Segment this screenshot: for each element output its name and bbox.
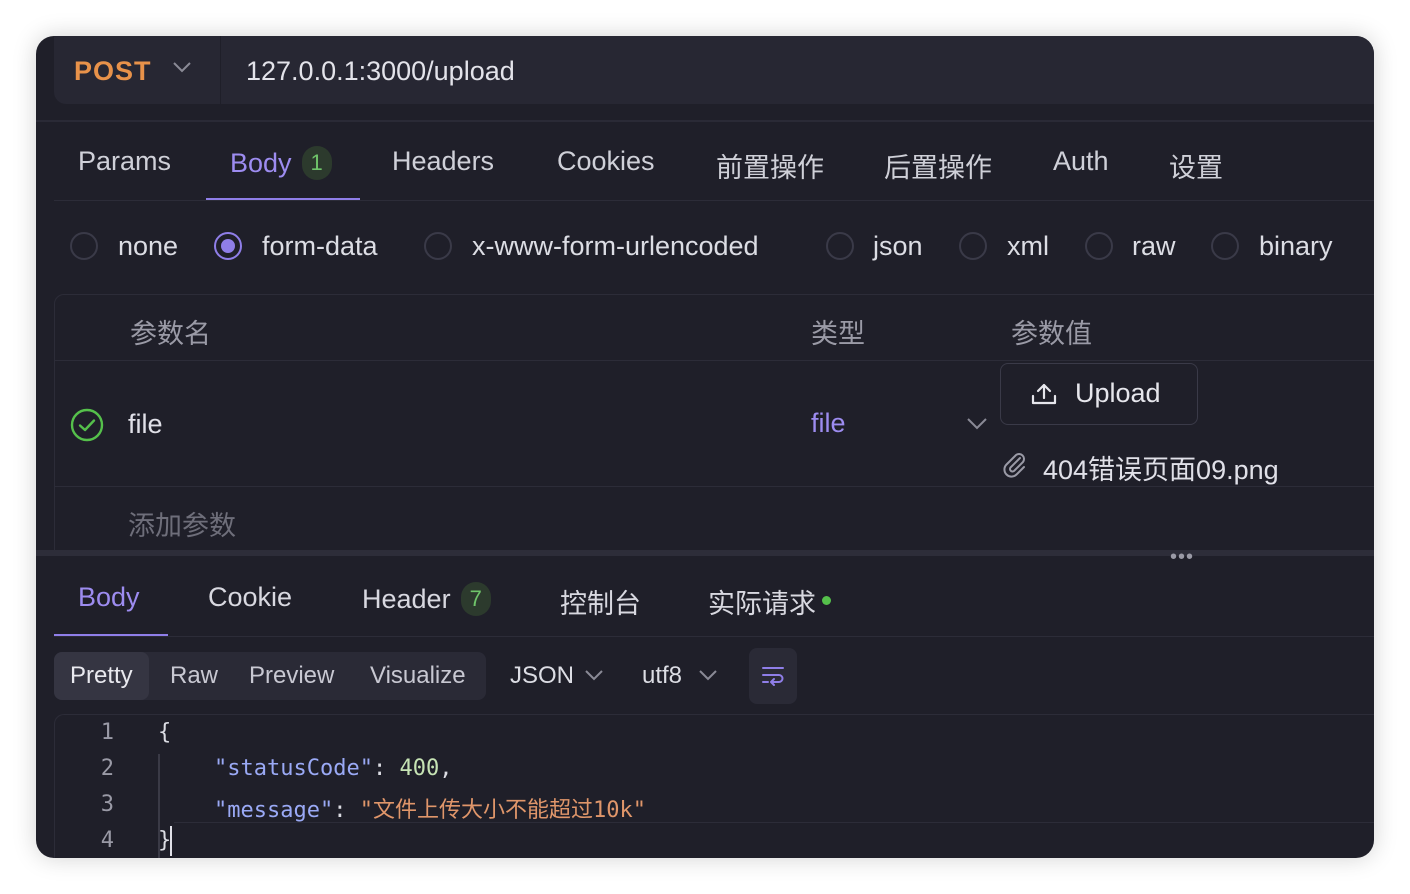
add-param-input[interactable]: 添加参数 bbox=[128, 504, 236, 543]
radio-x-www-form-urlencoded-label[interactable]: x-www-form-urlencoded bbox=[472, 231, 759, 262]
param-type-select[interactable]: file bbox=[811, 408, 846, 439]
column-header-name: 参数名 bbox=[130, 319, 211, 349]
tab-pre-request[interactable]: 前置操作 bbox=[716, 146, 824, 185]
tab-cookies[interactable]: Cookies bbox=[557, 146, 655, 177]
response-tab-console[interactable]: 控制台 bbox=[560, 582, 641, 621]
json-value-message: "文件上传大小不能超过10k" bbox=[359, 798, 646, 823]
api-client-window: POST 127.0.0.1:3000/upload Params Body 1 … bbox=[36, 36, 1374, 858]
header-count-badge: 7 bbox=[460, 582, 491, 616]
radio-x-www-form-urlencoded[interactable] bbox=[424, 232, 452, 260]
enabled-check-icon[interactable] bbox=[70, 408, 104, 442]
format-dropdown[interactable]: JSON bbox=[510, 662, 574, 690]
view-mode-pretty[interactable]: Pretty bbox=[54, 652, 149, 700]
radio-xml-label[interactable]: xml bbox=[1007, 231, 1049, 262]
response-tab-actual-request[interactable]: 实际请求 bbox=[708, 582, 831, 621]
view-mode-switch: Pretty Raw Preview Visualize bbox=[54, 652, 486, 700]
divider bbox=[36, 120, 1374, 122]
tab-body-label: Body bbox=[230, 148, 292, 178]
json-value-status-code: 400 bbox=[399, 756, 440, 781]
upload-icon bbox=[1031, 383, 1057, 405]
row-divider bbox=[54, 486, 1374, 487]
response-tab-actual-request-label: 实际请求 bbox=[708, 589, 816, 619]
paperclip-icon bbox=[1003, 453, 1025, 478]
radio-json[interactable] bbox=[826, 232, 854, 260]
tab-params[interactable]: Params bbox=[78, 146, 171, 177]
line-number: 2 bbox=[100, 756, 114, 781]
radio-raw-label[interactable]: raw bbox=[1132, 231, 1176, 262]
tab-settings[interactable]: 设置 bbox=[1169, 146, 1223, 185]
upload-button[interactable]: Upload bbox=[1000, 363, 1198, 425]
upload-button-label: Upload bbox=[1075, 378, 1161, 408]
response-tab-body[interactable]: Body bbox=[78, 582, 140, 613]
encoding-dropdown[interactable]: utf8 bbox=[642, 662, 682, 690]
divider bbox=[54, 200, 1374, 201]
divider bbox=[54, 636, 1374, 637]
code-line-3: "message": "文件上传大小不能超过10k" bbox=[214, 798, 646, 823]
line-number: 3 bbox=[100, 792, 114, 817]
word-wrap-icon bbox=[762, 667, 784, 686]
view-mode-preview[interactable]: Preview bbox=[249, 652, 334, 700]
radio-json-label[interactable]: json bbox=[873, 231, 923, 262]
response-tab-header[interactable]: Header 7 bbox=[362, 582, 491, 616]
line-number: 1 bbox=[100, 720, 114, 745]
tab-post-request[interactable]: 后置操作 bbox=[884, 146, 992, 185]
json-key-status-code: "statusCode" bbox=[214, 756, 373, 781]
tab-headers[interactable]: Headers bbox=[392, 146, 494, 177]
radio-form-data-label[interactable]: form-data bbox=[262, 231, 378, 262]
response-body-editor[interactable] bbox=[54, 714, 1374, 858]
row-divider bbox=[54, 360, 1374, 361]
chevron-down-icon[interactable] bbox=[966, 416, 988, 430]
column-header-value: 参数值 bbox=[1011, 319, 1092, 349]
radio-binary[interactable] bbox=[1211, 232, 1239, 260]
url-bar: POST 127.0.0.1:3000/upload bbox=[54, 36, 1374, 104]
code-line-1: { bbox=[158, 720, 172, 745]
current-line-highlight bbox=[174, 822, 1374, 823]
status-dot-icon bbox=[822, 596, 831, 605]
text-cursor bbox=[170, 826, 172, 856]
column-header-type: 类型 bbox=[811, 319, 865, 349]
radio-none-label[interactable]: none bbox=[118, 231, 178, 262]
radio-form-data[interactable] bbox=[214, 232, 242, 260]
url-input[interactable]: 127.0.0.1:3000/upload bbox=[246, 56, 515, 87]
chevron-down-icon bbox=[173, 62, 191, 73]
json-key-message: "message" bbox=[214, 798, 334, 823]
response-tab-header-label: Header bbox=[362, 584, 451, 614]
view-mode-raw[interactable]: Raw bbox=[170, 652, 218, 700]
response-tab-cookie[interactable]: Cookie bbox=[208, 582, 292, 613]
chevron-down-icon[interactable] bbox=[584, 668, 604, 682]
radio-binary-label[interactable]: binary bbox=[1259, 231, 1333, 262]
view-mode-visualize[interactable]: Visualize bbox=[370, 652, 466, 700]
indent-guide bbox=[158, 754, 160, 858]
method-selector[interactable]: POST bbox=[54, 36, 221, 104]
tab-body-count-badge: 1 bbox=[301, 146, 332, 180]
tab-body[interactable]: Body 1 bbox=[230, 146, 332, 180]
code-line-2: "statusCode": 400, bbox=[214, 756, 453, 781]
word-wrap-button[interactable] bbox=[749, 648, 797, 704]
chevron-down-icon[interactable] bbox=[698, 668, 718, 682]
param-name-field[interactable]: file bbox=[128, 409, 163, 440]
line-number: 4 bbox=[100, 828, 114, 853]
method-label: POST bbox=[74, 56, 152, 86]
attached-file-name: 404错误页面09.png bbox=[1043, 455, 1279, 485]
tab-auth[interactable]: Auth bbox=[1053, 146, 1109, 177]
more-dots-icon[interactable]: ••• bbox=[1170, 546, 1194, 569]
radio-xml[interactable] bbox=[959, 232, 987, 260]
radio-raw[interactable] bbox=[1085, 232, 1113, 260]
radio-none[interactable] bbox=[70, 232, 98, 260]
